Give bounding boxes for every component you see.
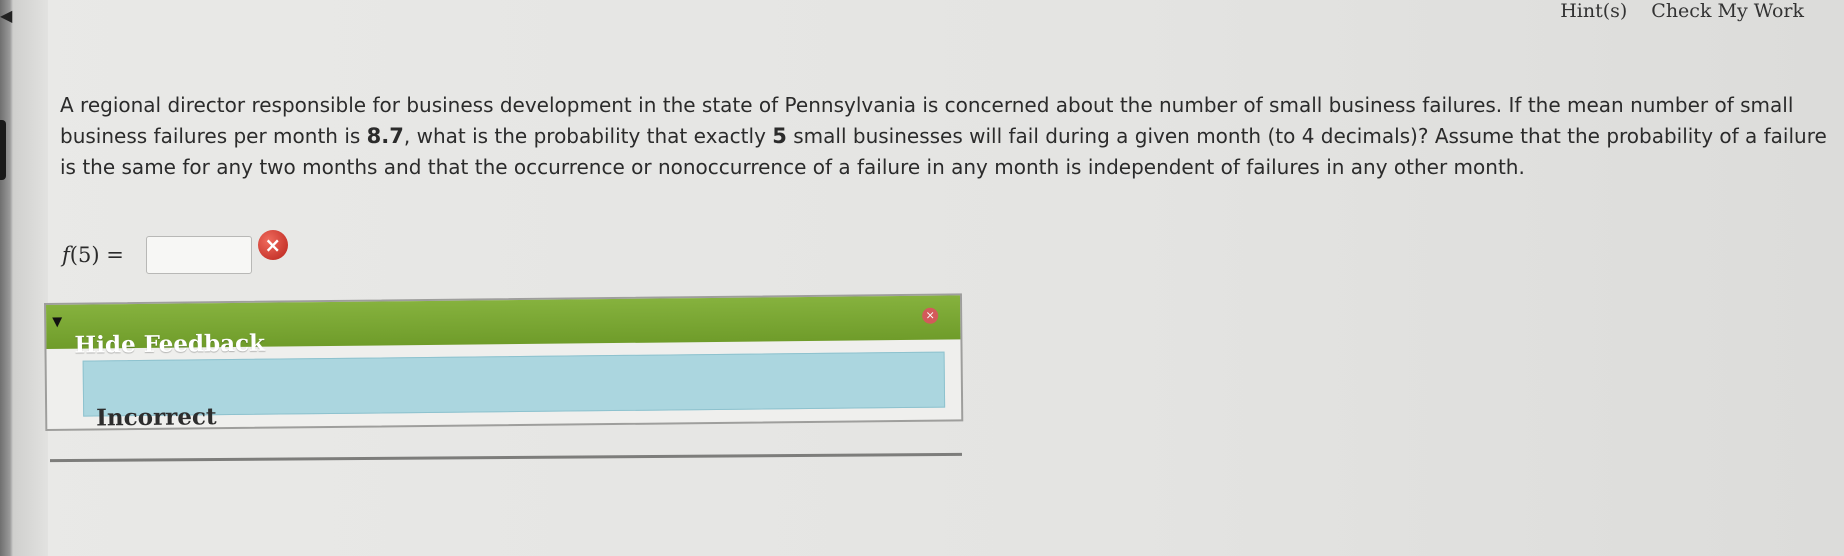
answer-input[interactable] [145, 236, 252, 274]
question-text: A regional director responsible for busi… [60, 90, 1840, 183]
divider [50, 452, 962, 463]
question-part2: , what is the probability that exactly [403, 124, 773, 148]
page: ◀ Hint(s) Check My Work A regional direc… [0, 0, 1844, 556]
feedback-status: Incorrect [96, 403, 217, 432]
count-value: 5 [772, 124, 787, 148]
answer-arg: (5) = [69, 243, 124, 267]
top-links: Hint(s) Check My Work [1560, 0, 1804, 22]
feedback-header[interactable]: ▼ Hide Feedback × [46, 295, 961, 358]
hints-link[interactable]: Hint(s) [1560, 0, 1627, 22]
answer-func: f [62, 243, 70, 267]
mean-value: 8.7 [366, 124, 404, 148]
feedback-panel: ▼ Hide Feedback × Incorrect [44, 293, 964, 431]
answer-label: f(5) = [62, 243, 124, 267]
hide-feedback-toggle[interactable]: Hide Feedback [74, 329, 265, 358]
triangle-down-icon[interactable]: ▼ [52, 314, 62, 329]
x-circle-icon: × [257, 230, 288, 260]
check-my-work-link[interactable]: Check My Work [1651, 0, 1804, 22]
close-icon[interactable]: × [922, 307, 939, 324]
left-arrow-icon[interactable]: ◀ [0, 6, 12, 25]
left-edge-bar: ◀ [0, 0, 48, 556]
feedback-body: Incorrect [82, 351, 946, 431]
answer-row: f(5) = × [62, 230, 288, 274]
edge-notch [0, 120, 6, 180]
